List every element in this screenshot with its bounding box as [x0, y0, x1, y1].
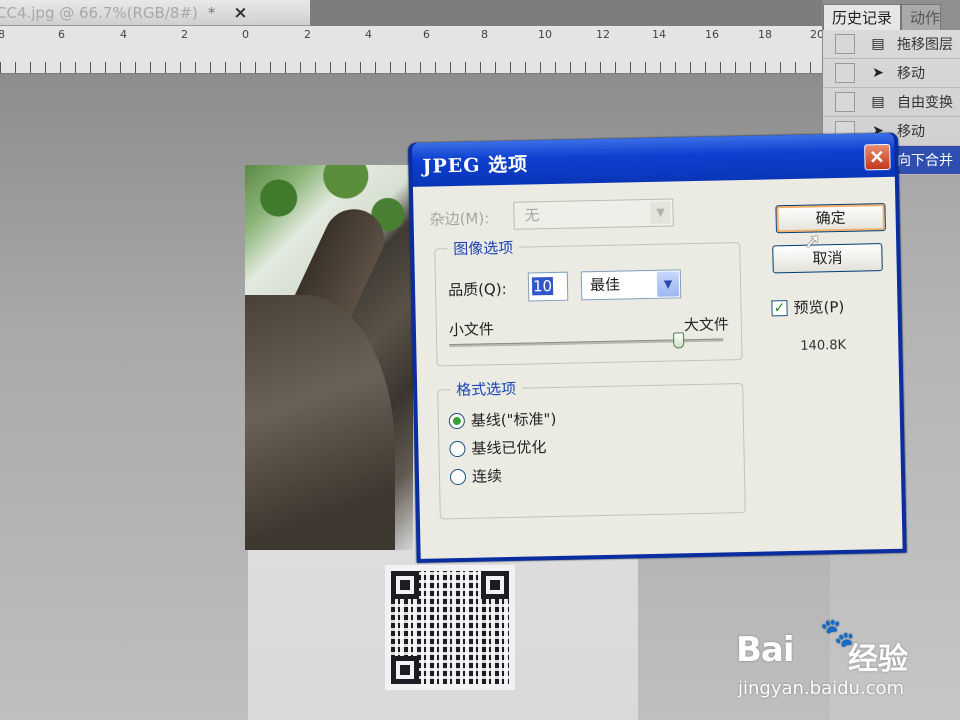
quality-slider-thumb[interactable] — [673, 332, 685, 349]
layer-icon: ▤ — [871, 36, 885, 52]
tab-history[interactable]: 历史记录 — [823, 4, 902, 30]
history-item[interactable]: ➤ 移动 — [823, 59, 960, 88]
quality-preset-value: 最佳 — [589, 275, 621, 295]
ruler-label: 0 — [242, 28, 249, 41]
quality-preset-select[interactable]: 最佳 ▼ — [580, 269, 682, 301]
dialog-title: JPEG 选项 — [422, 152, 529, 178]
ruler-label: 4 — [120, 28, 127, 41]
format-option-label: 连续 — [471, 467, 503, 486]
ruler-label: 4 — [365, 28, 372, 41]
horizontal-ruler: 8 6 4 2 0 2 4 6 8 10 12 14 16 18 20 — [0, 26, 830, 74]
quality-input[interactable]: 10 — [527, 271, 569, 302]
baidu-jingyan-watermark: Bai 🐾 经验 jingyan.baidu.com — [736, 610, 946, 710]
modified-marker: * — [207, 3, 216, 22]
cancel-button[interactable]: 取消 — [772, 243, 883, 274]
file-size-readout: 140.8K — [800, 337, 847, 354]
format-option-label: 基线("标准") — [470, 409, 557, 430]
layer-icon: ▤ — [871, 94, 885, 110]
move-icon: ➤ — [872, 65, 884, 81]
format-option-baseline-standard[interactable]: 基线("标准") — [448, 408, 557, 431]
ruler-label: 18 — [758, 28, 772, 41]
format-option-baseline-optimized[interactable]: 基线已优化 — [449, 436, 547, 459]
tab-actions[interactable]: 动作 — [901, 4, 942, 30]
chevron-down-icon[interactable]: ▼ — [656, 271, 680, 297]
document-tab-title: CC4.jpg @ 66.7%(RGB/8#) — [0, 3, 198, 22]
matte-value: 无 — [524, 206, 540, 225]
baidu-logo: Bai — [736, 630, 795, 670]
ruler-label: 14 — [652, 28, 666, 41]
small-file-label: 小文件 — [448, 320, 495, 340]
image-options-title: 图像选项 — [447, 236, 520, 260]
image-options-group: 图像选项 品质(Q): 10 最佳 ▼ 小文件 大文件 — [434, 236, 743, 367]
close-tab-icon[interactable]: × — [233, 3, 247, 23]
jpeg-options-dialog: JPEG 选项 ✕ 杂边(M): 无 ▼ 图像选项 品质(Q): 10 最佳 ▼… — [408, 132, 907, 563]
history-item-label: 拖移图层 — [897, 37, 953, 53]
ruler-label: 16 — [705, 28, 719, 41]
tree-photo — [245, 165, 413, 550]
ruler-ticks — [0, 62, 830, 73]
tree-trunk — [245, 295, 395, 550]
format-options-title: 格式选项 — [449, 377, 523, 401]
ruler-label: 6 — [423, 28, 430, 41]
radio-button[interactable] — [449, 468, 467, 485]
matte-select: 无 ▼ — [513, 198, 674, 230]
watermark-url: jingyan.baidu.com — [738, 678, 905, 699]
preview-checkbox[interactable]: ✓ — [771, 299, 788, 316]
format-options-group: 格式选项 基线("标准") 基线已优化 连续 — [437, 377, 746, 520]
quality-value: 10 — [531, 276, 554, 296]
qr-finder-pattern — [391, 656, 419, 684]
history-item-label: 移动 — [897, 124, 925, 140]
history-item-label: 移动 — [897, 66, 925, 82]
history-snapshot-checkbox[interactable] — [835, 63, 855, 83]
ruler-label: 12 — [596, 28, 610, 41]
radio-button[interactable] — [449, 440, 466, 457]
tab-strip-background — [310, 0, 830, 26]
history-snapshot-checkbox[interactable] — [835, 34, 855, 54]
dialog-body: 杂边(M): 无 ▼ 图像选项 品质(Q): 10 最佳 ▼ 小文件 大文件 格… — [412, 176, 903, 559]
chevron-down-icon: ▼ — [650, 201, 671, 224]
close-icon[interactable]: ✕ — [864, 143, 891, 171]
history-item-label: 向下合并 — [897, 153, 953, 169]
history-item[interactable]: ▤ 自由变换 — [823, 88, 960, 117]
ruler-label: 6 — [58, 28, 65, 41]
qr-finder-pattern — [391, 571, 419, 599]
ok-button[interactable]: 确定 — [775, 203, 886, 234]
ruler-label: 8 — [0, 28, 5, 41]
ruler-label: 2 — [304, 28, 311, 41]
history-item-label: 自由变换 — [897, 95, 953, 111]
mouse-cursor-icon: ➚ — [803, 228, 822, 253]
history-panel-tabs: 历史记录 动作 — [823, 0, 960, 30]
qr-finder-pattern — [481, 571, 509, 599]
preview-checkbox-row[interactable]: ✓ 预览(P) — [771, 296, 844, 319]
preview-label: 预览(P) — [793, 297, 845, 317]
format-option-label: 基线已优化 — [471, 438, 547, 458]
history-item[interactable]: ▤ 拖移图层 — [823, 30, 960, 59]
qr-code — [385, 565, 515, 690]
ruler-label: 10 — [538, 28, 552, 41]
history-snapshot-checkbox[interactable] — [835, 92, 855, 112]
radio-button[interactable] — [448, 412, 465, 429]
jingyan-logo: 经验 — [848, 642, 908, 677]
document-tab[interactable]: CC4.jpg @ 66.7%(RGB/8#) * × — [0, 0, 310, 26]
quality-label: 品质(Q): — [447, 279, 507, 300]
matte-label: 杂边(M): — [429, 209, 490, 229]
ruler-label: 8 — [481, 28, 488, 41]
large-file-label: 大文件 — [683, 315, 730, 335]
format-option-progressive[interactable]: 连续 — [449, 465, 503, 487]
ruler-label: 2 — [181, 28, 188, 41]
